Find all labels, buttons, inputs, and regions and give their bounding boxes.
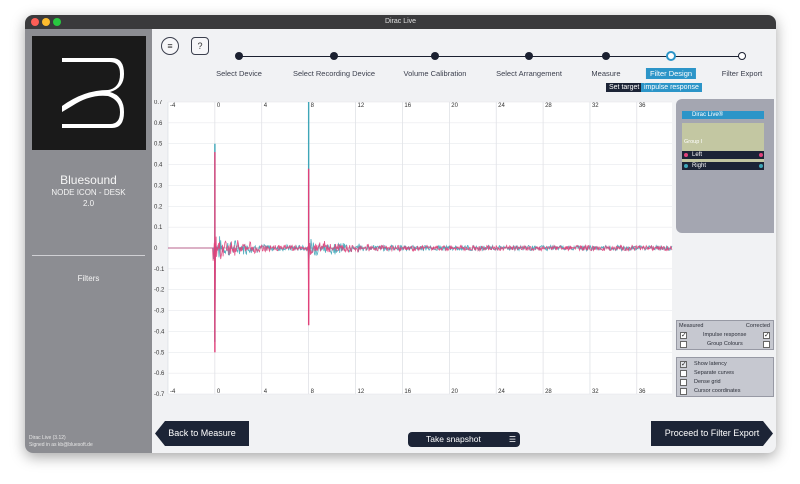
app-version: Dirac Live (3.12) [29, 435, 66, 441]
tab-set-target[interactable]: Set target [606, 83, 643, 92]
step-dot-2[interactable] [330, 52, 338, 60]
window-title: Dirac Live [384, 18, 417, 25]
group-colours-label: Group Colours [707, 341, 743, 347]
right-color-dot [684, 164, 688, 168]
show-latency-label: Show latency [694, 361, 727, 367]
curve-options-panel: Measured Corrected Impulse response Grou… [676, 320, 774, 350]
step-dot-3[interactable] [431, 52, 439, 60]
x-tick-label-top: 28 [545, 103, 552, 109]
y-tick-label: -0.4 [154, 329, 165, 335]
cursor-coordinates-label: Cursor coordinates [694, 388, 741, 394]
impulse-response-chart[interactable]: -4-400448812121616202024242828323236360.… [152, 100, 676, 398]
close-window-icon[interactable] [31, 18, 39, 26]
take-snapshot-button[interactable]: Take snapshot ☰ [408, 432, 520, 447]
x-tick-label-top: 12 [358, 103, 365, 109]
step-dot-4[interactable] [525, 52, 533, 60]
separate-curves-checkbox[interactable] [680, 370, 687, 377]
take-snapshot-label: Take snapshot [426, 434, 481, 444]
sidebar-item-filters[interactable]: Filters [25, 274, 152, 283]
measured-label: Measured [679, 323, 704, 329]
minimize-window-icon[interactable] [42, 18, 50, 26]
separate-curves-label: Separate curves [694, 370, 735, 376]
y-tick-label: -0.7 [154, 392, 165, 398]
channel-left[interactable]: Left [682, 151, 764, 159]
group-box: Group I [682, 123, 764, 167]
step-dot-7[interactable] [738, 52, 746, 60]
y-tick-label: -0.3 [154, 309, 165, 315]
zoom-window-icon[interactable] [53, 18, 61, 26]
step-dot-1[interactable] [235, 52, 243, 60]
sidebar: Bluesound NODE ICON - DESK 2.0 Filters D… [25, 29, 152, 453]
sidebar-divider [32, 255, 145, 256]
impulse-measured-checkbox[interactable] [680, 331, 687, 339]
menu-button[interactable]: ≡ [161, 37, 179, 55]
left-toggle-dot[interactable] [759, 153, 763, 157]
dense-grid-label: Dense grid [694, 379, 721, 385]
channel-right[interactable]: Right [682, 162, 764, 170]
cursor-coordinates-checkbox[interactable] [680, 388, 687, 395]
step-label-2[interactable]: Select Recording Device [293, 69, 375, 78]
y-tick-label: 0.1 [154, 225, 163, 231]
y-tick-label: 0.2 [154, 204, 163, 210]
y-tick-label: 0 [154, 246, 158, 252]
device-model: NODE ICON - DESK [51, 188, 126, 197]
hamburger-icon: ≡ [167, 41, 173, 51]
impulse-label: Impulse response [703, 332, 747, 338]
back-to-measure-button[interactable]: Back to Measure [155, 421, 249, 446]
y-tick-label: -0.2 [154, 288, 165, 294]
title-bar: Dirac Live [25, 15, 776, 29]
step-label-3[interactable]: Volume Calibration [404, 69, 467, 78]
step-label-6[interactable]: Filter Design [645, 68, 697, 79]
bluesound-logo [32, 36, 146, 150]
corrected-label: Corrected [745, 323, 770, 329]
y-tick-label: -0.5 [154, 350, 165, 356]
y-tick-label: -0.1 [154, 267, 165, 273]
y-tick-label: 0.7 [154, 100, 163, 106]
snapshot-menu-icon[interactable]: ☰ [509, 432, 516, 447]
y-tick-label: 0.4 [154, 163, 163, 169]
impulse-corrected-checkbox[interactable] [763, 331, 770, 339]
step-label-7[interactable]: Filter Export [722, 69, 762, 78]
x-tick-label-top: 16 [404, 103, 411, 109]
channel-panel: Dirac Live® Group I Left Right [676, 99, 774, 233]
y-tick-label: -0.6 [154, 371, 165, 377]
group-dirac-live[interactable]: Dirac Live® [682, 111, 764, 119]
signed-in-text: Signed in as kb@bluesoft.de [29, 442, 93, 448]
group-colours-measured-checkbox[interactable] [680, 341, 687, 348]
help-button[interactable]: ? [191, 37, 209, 55]
display-options-panel: Show latency Separate curves Dense grid … [676, 357, 774, 397]
x-tick-label-top: 36 [639, 103, 646, 109]
group-colours-corrected-checkbox[interactable] [763, 341, 770, 348]
x-tick-label-top: 20 [451, 103, 458, 109]
left-color-dot [684, 153, 688, 157]
x-tick-label-top: -4 [170, 103, 176, 109]
y-tick-label: 0.3 [154, 183, 163, 189]
proceed-to-filter-export-button[interactable]: Proceed to Filter Export [651, 421, 773, 446]
step-label-1[interactable]: Select Device [216, 69, 262, 78]
tab-impulse-response[interactable]: impulse response [641, 83, 702, 92]
device-version: 2.0 [82, 199, 95, 208]
device-brand: Bluesound [60, 173, 117, 187]
step-dot-6[interactable] [666, 51, 676, 61]
y-tick-label: 0.6 [154, 121, 163, 127]
x-tick-label-top: 24 [498, 103, 505, 109]
dense-grid-checkbox[interactable] [680, 379, 687, 386]
step-label-4[interactable]: Select Arrangement [496, 69, 562, 78]
step-label-5[interactable]: Measure [591, 69, 620, 78]
y-tick-label: 0.5 [154, 142, 163, 148]
right-toggle-dot[interactable] [759, 164, 763, 168]
step-dot-5[interactable] [602, 52, 610, 60]
group-label: Group I [684, 139, 703, 145]
show-latency-checkbox[interactable] [680, 360, 687, 368]
x-tick-label-top: 32 [592, 103, 599, 109]
